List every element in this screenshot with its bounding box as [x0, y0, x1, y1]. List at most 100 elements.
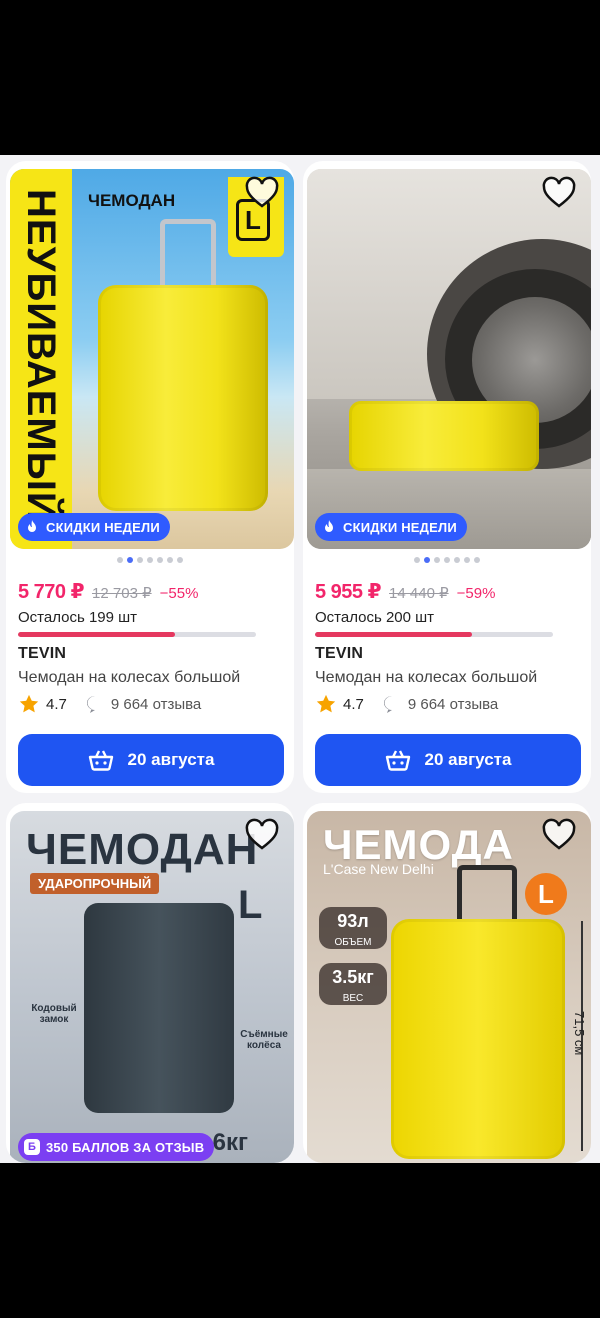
add-to-cart-button[interactable]: 20 августа: [315, 734, 581, 786]
favorite-button[interactable]: [242, 173, 282, 213]
pager-dot: [157, 557, 163, 563]
star-icon: [19, 694, 39, 713]
suitcase-handle: [160, 219, 216, 289]
add-to-cart-button[interactable]: 20 августа: [18, 734, 284, 786]
image-headline: ЧЕМОДАН: [26, 825, 259, 874]
stock-bar: [315, 632, 553, 637]
image-pager-dots: [303, 557, 591, 563]
pager-dot: [434, 557, 440, 563]
pager-dot: [444, 557, 450, 563]
image-subtitle: L'Case New Delhi: [323, 861, 434, 877]
heart-icon: [542, 818, 576, 850]
rating-value: 4.7: [343, 695, 364, 713]
suitcase-image: [98, 285, 268, 511]
badge-label: СКИДКИ НЕДЕЛИ: [343, 519, 457, 535]
weight-pill: 3.5кг ВЕС: [319, 963, 387, 1005]
heart-icon: [245, 176, 279, 208]
pager-dot: [177, 557, 183, 563]
product-card[interactable]: ЧЕМОДАН УДАРОПРОЧНЫЙ L Кодовый замок Съё…: [6, 803, 294, 1163]
image-tag: УДАРОПРОЧНЫЙ: [30, 873, 160, 894]
pager-dot: [414, 557, 420, 563]
product-image[interactable]: НЕУБИВАЕМЫЙ ЧЕМОДАН L СКИДКИ НЕДЕЛИ: [10, 169, 294, 549]
volume-pill: 93л ОБЪЕМ: [319, 907, 387, 949]
brand-name: TEVIN: [18, 645, 67, 662]
points-badge: Б 350 БАЛЛОВ ЗА ОТЗЫВ: [18, 1133, 215, 1161]
image-vertical-text: НЕУБИВАЕМЫЙ: [19, 189, 63, 522]
weight-value: 3.5кг: [332, 967, 374, 987]
badge-label: 350 БАЛЛОВ ЗА ОТЗЫВ: [46, 1139, 205, 1155]
product-image[interactable]: СКИДКИ НЕДЕЛИ: [307, 169, 591, 549]
discount-percent: −59%: [456, 585, 496, 602]
pager-dot: [147, 557, 153, 563]
comment-icon: [86, 696, 95, 713]
delivery-date: 20 августа: [424, 750, 512, 769]
points-icon: Б: [24, 1139, 40, 1155]
favorite-button[interactable]: [242, 815, 282, 855]
pager-dot: [454, 557, 460, 563]
heart-icon: [542, 176, 576, 208]
favorite-button[interactable]: [539, 815, 579, 855]
old-price: 14 440 ₽: [389, 585, 449, 602]
pager-dot: [424, 557, 430, 563]
delivery-date: 20 августа: [127, 750, 215, 769]
stock-bar-fill: [315, 632, 473, 637]
product-title[interactable]: Чемодан на колесах большой: [315, 669, 579, 687]
volume-label: ОБЪЕМ: [334, 937, 372, 948]
stock-bar: [18, 632, 256, 637]
lock-feature: Кодовый замок: [31, 1003, 77, 1025]
product-image[interactable]: ЧЕМОДА L'Case New Delhi L 93л ОБЪЕМ 3.5к…: [307, 811, 591, 1163]
pager-dot: [167, 557, 173, 563]
product-feed[interactable]: НЕУБИВАЕМЫЙ ЧЕМОДАН L СКИДКИ НЕДЕЛИ 5 77…: [0, 155, 600, 1163]
pager-dot: [474, 557, 480, 563]
product-image[interactable]: ЧЕМОДАН УДАРОПРОЧНЫЙ L Кодовый замок Съё…: [10, 811, 294, 1163]
rating-value: 4.7: [46, 695, 67, 713]
favorite-button[interactable]: [539, 173, 579, 213]
volume-value: 93л: [337, 911, 369, 931]
old-price: 12 703 ₽: [92, 585, 152, 602]
heart-icon: [245, 818, 279, 850]
basket-icon: [88, 750, 113, 771]
image-label: ЧЕМОДАН: [88, 191, 176, 210]
status-bar-area: [0, 0, 600, 155]
wheels-feature: Съёмные колёса: [240, 1029, 288, 1051]
product-card[interactable]: СКИДКИ НЕДЕЛИ 5 955 ₽ 14 440 ₽ −59% Оста…: [303, 161, 591, 793]
size-label: L: [238, 883, 263, 927]
weekly-discount-badge: СКИДКИ НЕДЕЛИ: [315, 513, 467, 541]
rating-row: 4.7 9 664 отзыва: [315, 693, 498, 715]
fire-icon: [28, 520, 36, 532]
stock-left: Осталось 200 шт: [315, 609, 435, 626]
suitcase-image: [84, 903, 234, 1113]
size-label: L: [525, 873, 567, 915]
current-price: 5 770 ₽: [18, 581, 85, 603]
pager-dot: [137, 557, 143, 563]
reviews-count: 9 664 отзыва: [110, 695, 202, 713]
pager-dot: [127, 557, 133, 563]
product-title[interactable]: Чемодан на колесах большой: [18, 669, 282, 687]
comment-icon: [383, 696, 392, 713]
price-row: 5 770 ₽ 12 703 ₽ −55%: [18, 579, 198, 604]
reviews-count: 9 664 отзыва: [407, 695, 499, 713]
navigation-bar-area: [0, 1163, 600, 1318]
star-icon: [316, 694, 336, 713]
badge-label: СКИДКИ НЕДЕЛИ: [46, 519, 160, 535]
stock-bar-fill: [18, 632, 176, 637]
weight-label: ВЕС: [342, 993, 364, 1004]
suitcase-image: [391, 919, 565, 1159]
stock-left: Осталось 199 шт: [18, 609, 138, 626]
current-price: 5 955 ₽: [315, 581, 382, 603]
product-card[interactable]: НЕУБИВАЕМЫЙ ЧЕМОДАН L СКИДКИ НЕДЕЛИ 5 77…: [6, 161, 294, 793]
image-pager-dots: [6, 557, 294, 563]
height-label: 71,5 см: [572, 1011, 587, 1056]
price-row: 5 955 ₽ 14 440 ₽ −59%: [315, 579, 495, 604]
weekly-discount-badge: СКИДКИ НЕДЕЛИ: [18, 513, 170, 541]
brand-name: TEVIN: [315, 645, 364, 662]
discount-percent: −55%: [159, 585, 199, 602]
pager-dot: [117, 557, 123, 563]
rating-row: 4.7 9 664 отзыва: [18, 693, 201, 715]
suitcase-handle: [457, 865, 517, 925]
fire-icon: [325, 520, 333, 532]
suitcase-image: [349, 401, 539, 471]
pager-dot: [464, 557, 470, 563]
basket-icon: [385, 750, 410, 771]
product-card[interactable]: ЧЕМОДА L'Case New Delhi L 93л ОБЪЕМ 3.5к…: [303, 803, 591, 1163]
